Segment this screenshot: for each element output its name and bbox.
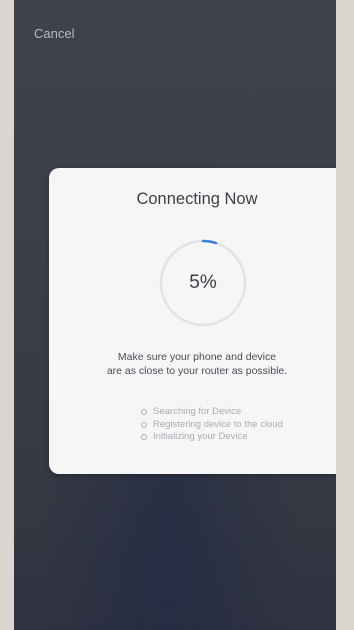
tip-line: are as close to your router as possible. (106, 365, 288, 377)
screen: Cancel Connecting Now 5% Make sure your … (14, 0, 336, 630)
step-registering: Registering device to the cloud (141, 419, 283, 432)
dialog-title: Connecting Now (136, 190, 258, 208)
step-label: Initializing your Device (153, 431, 248, 442)
bullet-icon (141, 434, 147, 441)
step-searching: Searching for Device (141, 406, 283, 419)
progress-percent: 5% (189, 272, 217, 293)
step-label: Registering device to the cloud (153, 418, 283, 430)
tip-line: Make sure your phone and device (117, 351, 277, 363)
bullet-icon (141, 409, 147, 416)
bullet-icon (141, 421, 147, 428)
cancel-button[interactable]: Cancel (34, 26, 74, 41)
proximity-tip: Make sure your phone and device are as c… (59, 350, 335, 378)
step-label: Searching for Device (153, 406, 242, 417)
connection-steps: Searching for Device Registering device … (141, 406, 283, 444)
step-initializing: Initializing your Device (141, 431, 283, 444)
connecting-dialog: Connecting Now 5% Make sure your phone a… (49, 168, 336, 474)
